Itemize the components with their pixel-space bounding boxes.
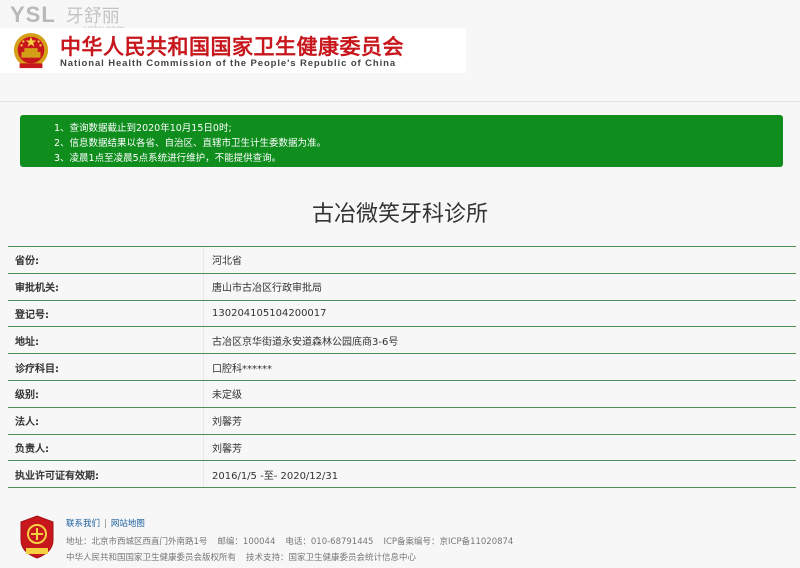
row-value-license-validity: 2016/1/5 -至- 2020/12/31 (203, 461, 796, 488)
footer-address: 地址：北京市西城区西直门外南路1号 (66, 537, 208, 547)
row-value-province: 河北省 (203, 247, 796, 273)
site-header: YSL牙舒丽 yslw.com 中华人民共和国国家卫生健康委员会 Nationa… (0, 0, 800, 100)
notice-line: 3、凌晨1点至凌晨5点系统进行维护，不能提供查询。 (54, 153, 282, 164)
footer-postcode: 邮编：100044 (217, 537, 276, 547)
row-value-person-in-charge: 刘馨芳 (203, 434, 796, 461)
footer-support: 技术支持：国家卫生健康委员会统计信息中心 (246, 553, 417, 563)
party-government-logo-icon[interactable] (18, 514, 56, 560)
notice-line: 2、信息数据结果以各省、自治区、直辖市卫生计生委数据为准。 (54, 138, 327, 149)
table-row: 诊疗科目: 口腔科****** (8, 354, 796, 381)
watermark-brand: YSL (10, 2, 56, 27)
row-value-departments: 口腔科****** (203, 354, 796, 380)
table-row: 登记号: 130204105104200017 (8, 300, 796, 328)
national-emblem-icon (13, 32, 49, 69)
footer-links: 联系我们 | 网站地图 (66, 517, 145, 529)
row-label-person-in-charge: 负责人: (15, 443, 49, 455)
footer-copyright-line: 中华人民共和国国家卫生健康委员会版权所有 技术支持：国家卫生健康委员会统计信息中心 (66, 551, 426, 563)
table-row: 法人: 刘馨芳 (8, 407, 796, 435)
footer-phone: 电话：010-68791445 (285, 537, 374, 547)
link-separator: | (104, 519, 107, 529)
row-label-address: 地址: (15, 336, 39, 348)
clinic-name-heading: 古冶微笑牙科诊所 (311, 202, 488, 227)
row-label-level: 级别: (15, 390, 39, 402)
row-label-license-validity: 执业许可证有效期: (15, 470, 99, 482)
table-row: 地址: 古冶区京华街道永安道森林公园底商3-6号 (8, 327, 796, 355)
table-row: 审批机关: 唐山市古冶区行政审批局 (8, 273, 796, 301)
watermark: YSL牙舒丽 yslw.com (10, 2, 125, 35)
notice-line: 1、查询数据截止到2020年10月15日0时; (54, 123, 232, 134)
table-row: 负责人: 刘馨芳 (8, 434, 796, 462)
watermark-brand-cn: 牙舒丽 (65, 6, 120, 26)
row-label-departments: 诊疗科目: (15, 363, 59, 375)
row-value-legal-person: 刘馨芳 (203, 407, 796, 434)
sitemap-link[interactable]: 网站地图 (111, 519, 145, 529)
row-value-registration-no: 130204105104200017 (203, 300, 796, 327)
row-label-province: 省份: (15, 256, 39, 268)
site-banner[interactable]: 中华人民共和国国家卫生健康委员会 National Health Commiss… (0, 28, 466, 73)
site-title-en: National Health Commission of the People… (60, 58, 397, 69)
row-label-registration-no: 登记号: (15, 309, 49, 321)
table-row: 执业许可证有效期: 2016/1/5 -至- 2020/12/31 (8, 461, 796, 489)
table-row: 级别: 未定级 (8, 380, 796, 408)
header-divider (0, 101, 800, 102)
row-label-approval-authority: 审批机关: (15, 283, 59, 295)
contact-us-link[interactable]: 联系我们 (66, 519, 100, 529)
site-footer: 联系我们 | 网站地图 地址：北京市西城区西直门外南路1号 邮编：100044 电话：0… (0, 508, 800, 568)
footer-contact-line: 地址：北京市西城区西直门外南路1号 邮编：100044 电话：010-6879144… (66, 535, 523, 547)
row-value-level: 未定级 (203, 380, 796, 407)
table-row: 省份: 河北省 (8, 247, 796, 274)
footer-icp[interactable]: ICP备案编号：京ICP备11020874 (383, 537, 513, 547)
site-title-cn: 中华人民共和国国家卫生健康委员会 (60, 35, 404, 59)
row-label-legal-person: 法人: (15, 417, 39, 429)
notice-box: 1、查询数据截止到2020年10月15日0时; 2、信息数据结果以各省、自治区、… (20, 115, 783, 167)
clinic-info-table: 省份: 河北省 审批机关: 唐山市古冶区行政审批局 登记号: 130204105… (8, 246, 796, 489)
row-value-address: 古冶区京华街道永安道森林公园底商3-6号 (203, 327, 796, 354)
footer-copyright: 中华人民共和国国家卫生健康委员会版权所有 (66, 553, 237, 563)
row-value-approval-authority: 唐山市古冶区行政审批局 (203, 273, 796, 300)
